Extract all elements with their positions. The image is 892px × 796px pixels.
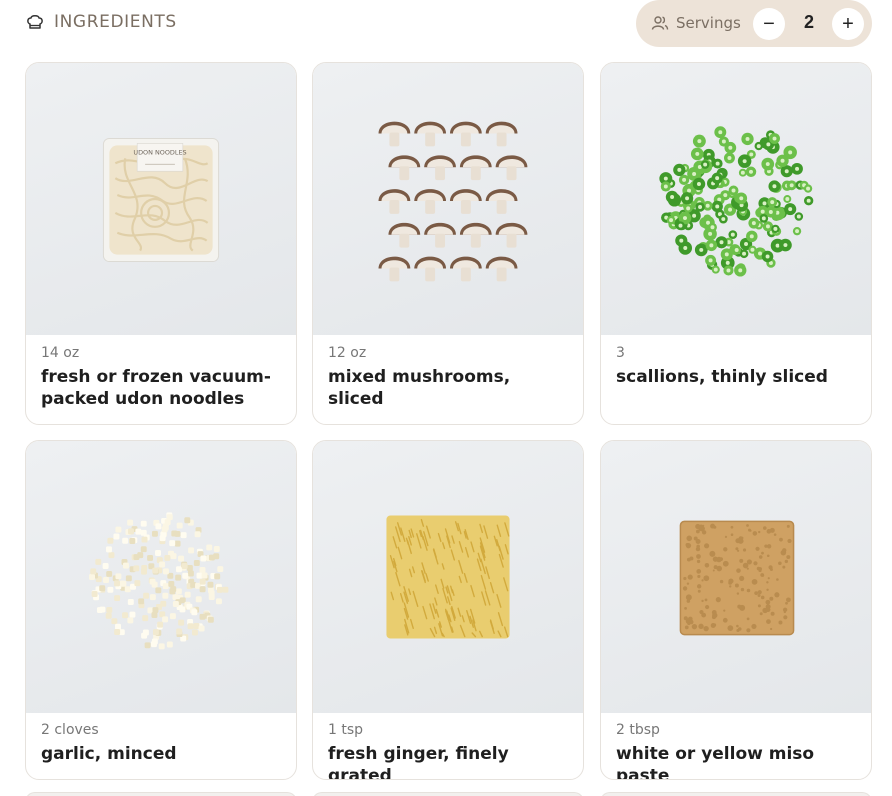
servings-label: Servings — [676, 14, 741, 32]
ingredient-card: 12 oz mixed mushrooms, sliced — [312, 62, 584, 425]
increase-servings-button[interactable]: + — [832, 8, 864, 40]
section-title: INGREDIENTS — [26, 12, 177, 32]
minced-garlic-image — [26, 441, 296, 713]
sliced-scallions-image — [601, 63, 871, 335]
ingredient-quantity: 12 oz — [328, 345, 367, 361]
ingredient-card: 2 cloves garlic, minced — [25, 440, 297, 780]
ingredient-card: 2 tbsp white or yellow miso paste — [600, 440, 872, 780]
users-icon — [651, 14, 669, 32]
ingredient-name: fresh ginger, finely grated — [328, 744, 509, 780]
package-label: UDON NOODLES — [133, 148, 186, 156]
ingredient-quantity: 3 — [616, 345, 625, 361]
ingredient-name: white or yellow miso paste — [616, 744, 815, 780]
ingredient-card: 1 tsp fresh ginger, finely grated — [312, 440, 584, 780]
ingredient-card: 3 scallions, thinly sliced — [600, 62, 872, 425]
servings-control: Servings − 2 + — [636, 0, 872, 47]
next-ingredient-card-edge — [25, 792, 297, 796]
chef-hat-icon — [26, 13, 44, 31]
ingredient-card: UDON NOODLES 14 oz fresh or frozen vacuu… — [25, 62, 297, 425]
next-ingredient-card-edge — [312, 792, 584, 796]
ingredient-quantity: 14 oz — [41, 345, 80, 361]
ingredient-name: garlic, minced — [41, 744, 177, 764]
ingredients-header: INGREDIENTS Servings − 2 + — [0, 0, 892, 50]
ingredient-quantity: 1 tsp — [328, 722, 364, 738]
miso-paste-image — [601, 441, 871, 713]
sliced-mushrooms-image — [313, 63, 583, 335]
udon-noodles-image: UDON NOODLES — [26, 63, 296, 335]
ingredient-name: scallions, thinly sliced — [616, 367, 828, 387]
servings-count: 2 — [803, 12, 814, 32]
ingredient-name: fresh or frozen vacuum-packed udon noodl… — [41, 367, 271, 409]
next-ingredient-card-edge — [600, 792, 872, 796]
page-title: INGREDIENTS — [54, 12, 177, 32]
ingredient-quantity: 2 cloves — [41, 722, 99, 738]
ingredient-name: mixed mushrooms, sliced — [328, 367, 511, 409]
decrease-servings-button[interactable]: − — [753, 8, 785, 40]
ingredient-quantity: 2 tbsp — [616, 722, 660, 738]
grated-ginger-image — [313, 441, 583, 713]
